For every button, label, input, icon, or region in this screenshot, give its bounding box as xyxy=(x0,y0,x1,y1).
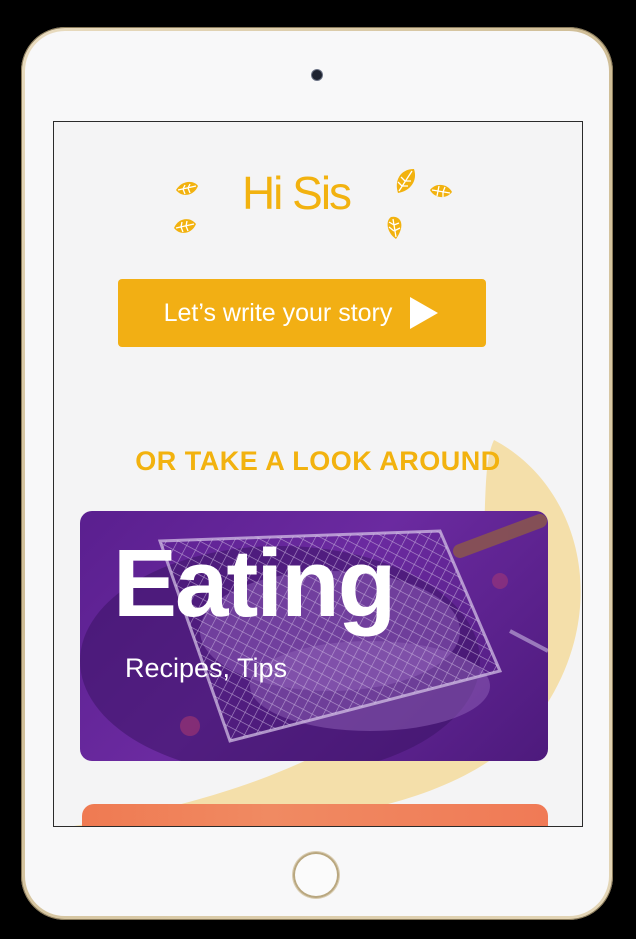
section-title: OR TAKE A LOOK AROUND xyxy=(135,446,501,476)
write-story-button[interactable]: Let’s write your story xyxy=(118,279,486,347)
category-card-eating[interactable]: Eating Recipes, Tips xyxy=(80,511,548,761)
card-subtitle: Recipes, Tips xyxy=(125,653,288,683)
play-icon xyxy=(410,297,439,329)
app-screen: Hi Sis Let’s write your story OR TAKE A … xyxy=(53,121,583,827)
home-button[interactable] xyxy=(293,852,339,898)
write-story-label: Let’s write your story xyxy=(163,298,393,327)
leaf-icon xyxy=(174,219,196,233)
leaf-icon xyxy=(176,181,198,195)
greeting-title: Hi Sis xyxy=(241,167,352,219)
leaf-icon xyxy=(430,184,452,198)
leaf-icon xyxy=(387,216,402,239)
leaf-icon xyxy=(396,169,416,193)
front-camera xyxy=(312,70,322,80)
category-card-next[interactable] xyxy=(82,804,548,826)
card-title: Eating xyxy=(113,530,396,637)
